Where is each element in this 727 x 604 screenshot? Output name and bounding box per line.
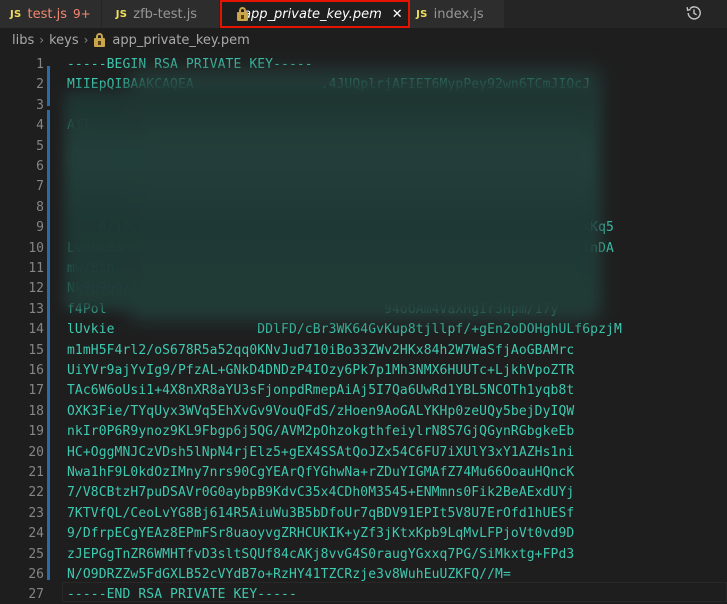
code-line[interactable]: 14 lUvkie DDlFD/cBr3WK64GvKup8tjllpf/+gEn… xyxy=(0,320,727,340)
line-number: 6 xyxy=(36,159,44,174)
breadcrumb: libs › keys › app_private_key.pem xyxy=(0,28,727,52)
line-text: zJEPGgTnZR6WMHTfvD3sltSQUf84cAKj8vvG4S0r… xyxy=(67,546,575,562)
code-line[interactable]: 18 OXK3Fie/TYqUyx3WVq5EhXvGv9VouQFdS/zHoe… xyxy=(0,402,727,422)
tab-zfb-test-js[interactable]: JS zfb-test.js xyxy=(101,0,221,28)
tab-label: app_private_key.pem xyxy=(243,6,382,22)
breadcrumb-item-keys[interactable]: keys xyxy=(49,33,79,48)
tab-label: test.js xyxy=(27,6,68,22)
timeline-history-icon[interactable] xyxy=(685,4,703,22)
line-number: 27 xyxy=(28,587,44,603)
line-number: 8 xyxy=(36,199,44,215)
tab-app-private-key-pem[interactable]: app_private_key.pem ✕ xyxy=(220,0,411,28)
problem-count-badge: 9+ xyxy=(73,7,91,21)
line-number: 22 xyxy=(28,485,44,501)
line-text: m1mH5F4rl2/oS678R5a52qq0KNvJud710iBo33ZW… xyxy=(67,342,575,358)
line-number: 26 xyxy=(28,567,44,582)
js-file-icon: JS xyxy=(416,8,428,20)
line-number: 21 xyxy=(28,465,44,480)
line-number: 9 xyxy=(36,220,44,236)
code-line[interactable]: 19 nkIr0P6R9ynoz9KL9Fbgp6j5QG/AVM2pOhzokg… xyxy=(0,422,727,442)
code-line[interactable]: 27 -----END RSA PRIVATE KEY----- xyxy=(0,585,727,604)
line-number: 3 xyxy=(36,97,44,113)
line-text: HC+OggMNJCzVDsh5lNpN4rjElz5+gEX4SSAtQoJZ… xyxy=(67,444,575,460)
key-file-icon xyxy=(93,33,106,47)
code-line[interactable]: 15 m1mH5F4rl2/oS678R5a52qq0KNvJud710iBo33… xyxy=(0,341,727,361)
tab-label: zfb-test.js xyxy=(133,6,198,22)
redaction-blur xyxy=(64,90,594,310)
code-line[interactable]: 23 7KTVfQL/CeoLvYG8Bj614R5AiuWu3B5bDfoUr7… xyxy=(0,504,727,524)
line-text: OXK3Fie/TYqUyx3WVq5EhXvGv9VouQFdS/zHoen9… xyxy=(67,403,575,419)
line-number: 25 xyxy=(28,546,44,562)
breadcrumb-item-file[interactable]: app_private_key.pem xyxy=(112,33,249,48)
line-number: 1 xyxy=(36,57,44,72)
line-text: lUvkie DDlFD/cBr3WK64GvKup8tjllpf/+gEn2o… xyxy=(67,322,622,338)
line-number: 11 xyxy=(28,261,44,276)
line-text: 7/V8CBtzH7puDSAVr0G0aybpB9KdvC35x4CDh0M3… xyxy=(67,485,575,501)
code-line[interactable]: 20 HC+OggMNJCzVDsh5lNpN4rjElz5+gEX4SSAtQo… xyxy=(0,443,727,463)
js-file-icon: JS xyxy=(10,8,22,20)
line-number: 23 xyxy=(28,505,44,521)
line-number: 13 xyxy=(28,301,44,317)
line-number: 5 xyxy=(36,138,44,154)
line-text: N/O9DRZZw5FdGXLB52cVYdB7o+RzHY41TZCRzje3… xyxy=(67,567,511,582)
js-file-icon: JS xyxy=(115,8,128,20)
line-text: -----END RSA PRIVATE KEY----- xyxy=(67,587,297,603)
tab-bar: JS test.js 9+ JS zfb-test.js app_private… xyxy=(0,0,727,28)
line-number: 2 xyxy=(36,77,44,93)
line-number: 19 xyxy=(28,424,44,440)
line-number: 4 xyxy=(36,118,44,134)
code-line[interactable]: 16 UiYVr9ajYvIg9/PfzAL+GNkD4DNDzP4IOzy6Pk… xyxy=(0,361,727,381)
line-number: 10 xyxy=(28,240,44,256)
line-number: 15 xyxy=(28,342,44,358)
code-line[interactable]: 24 9/DfrpECgYEAz8EPmFSr8uaoyvgZRHCUKIK+yZ… xyxy=(0,524,727,544)
tab-index-js[interactable]: JS index.js xyxy=(410,0,505,28)
line-number: 20 xyxy=(28,444,44,460)
breadcrumb-item-libs[interactable]: libs xyxy=(12,33,34,48)
line-text: Nwa1hF9L0kdOzIMny7nrs90CgYEArQfYGhwNa+rZ… xyxy=(67,465,575,480)
code-line[interactable]: 21 Nwa1hF9L0kdOzIMny7nrs90CgYEArQfYGhwNa+… xyxy=(0,463,727,483)
line-number: 14 xyxy=(28,322,44,338)
line-number: 7 xyxy=(36,179,44,195)
line-number: 12 xyxy=(28,281,44,297)
line-text: 9/DfrpECgYEAz8EPmFSr8uaoyvgZRHCUKIK+yZf3… xyxy=(67,526,575,542)
code-line[interactable]: 26 N/O9DRZZw5FdGXLB52cVYdB7o+RzHY41TZCRzj… xyxy=(0,565,727,585)
code-line[interactable]: 22 7/V8CBtzH7puDSAVr0G0aybpB9KdvC35x4CDh0… xyxy=(0,483,727,503)
code-editor[interactable]: 1-----BEGIN RSA PRIVATE KEY-----2MIIEpQI… xyxy=(0,52,727,604)
line-text: 7KTVfQL/CeoLvYG8Bj614R5AiuWu3B5bDfoUr7qB… xyxy=(67,505,575,521)
tab-test-js[interactable]: JS test.js 9+ xyxy=(0,0,102,28)
code-line[interactable]: 25 zJEPGgTnZR6WMHTfvD3sltSQUf84cAKj8vvG4S… xyxy=(0,545,727,565)
close-icon[interactable]: ✕ xyxy=(392,7,403,22)
line-number: 18 xyxy=(28,403,44,419)
line-number: 17 xyxy=(28,383,44,399)
chevron-right-icon: › xyxy=(39,33,45,47)
line-text: nkIr0P6R9ynoz9KL9Fbgp6j5QG/AVM2pOhzokgth… xyxy=(67,424,575,440)
chevron-right-icon: › xyxy=(83,33,89,47)
line-number: 24 xyxy=(28,526,44,542)
code-line[interactable]: 17 TAc6W6oUsi1+4X8nXR8aYU3sFjonpdRmepAiAj… xyxy=(0,381,727,401)
line-text: UiYVr9ajYvIg9/PfzAL+GNkD4DNDzP4IOzy6Pk7p… xyxy=(67,363,575,378)
line-number: 16 xyxy=(28,363,44,378)
line-text: TAc6W6oUsi1+4X8nXR8aYU3sFjonpdRmepAiAj5I… xyxy=(67,383,575,399)
tab-label: index.js xyxy=(433,6,484,22)
